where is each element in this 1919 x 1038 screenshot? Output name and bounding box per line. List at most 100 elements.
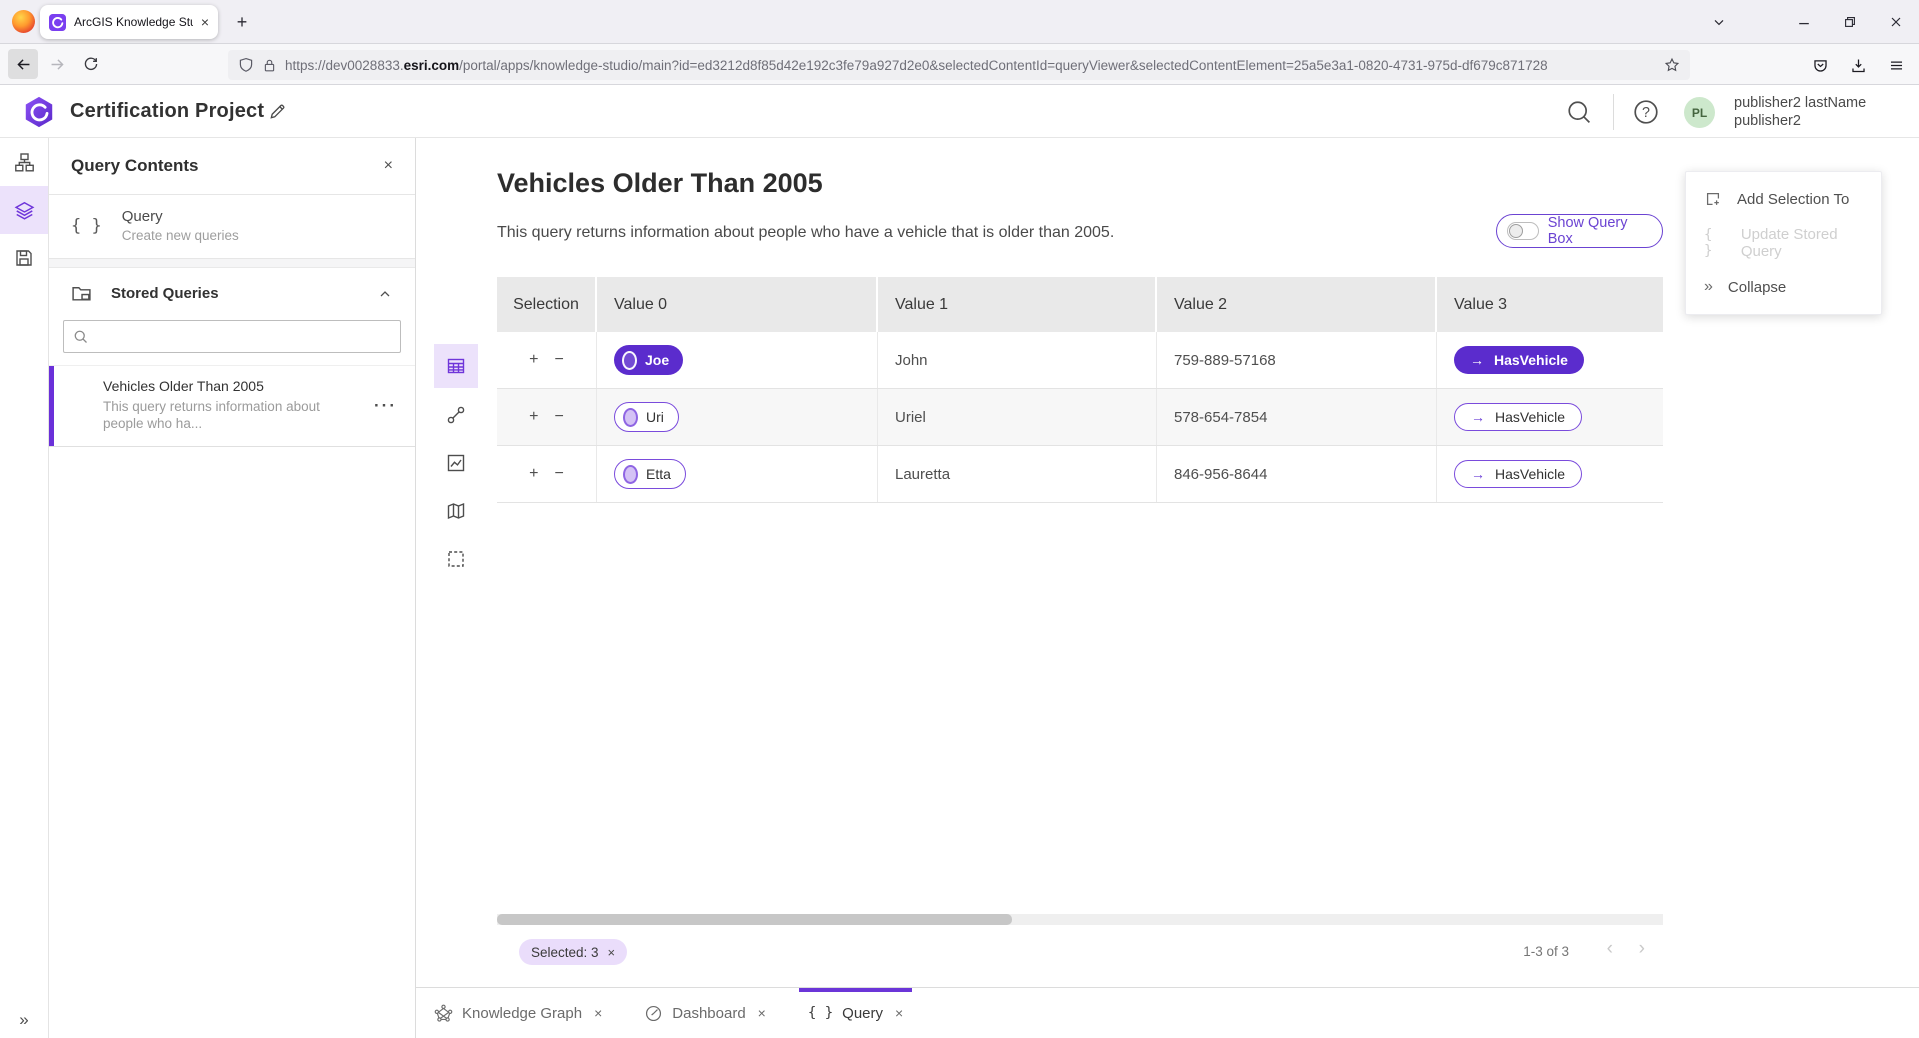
save-to-pocket-icon[interactable] <box>1805 50 1835 80</box>
save-icon[interactable] <box>0 234 48 282</box>
stored-query-overflow-icon[interactable]: ··· <box>374 378 397 432</box>
browser-navbar: https://dev0028833.esri.com/portal/apps/… <box>0 44 1919 85</box>
stored-queries-header[interactable]: Stored Queries <box>49 268 415 319</box>
selected-count-label: Selected: 3 <box>531 945 599 960</box>
stored-queries-searchbox[interactable] <box>63 320 401 353</box>
chart-view-button[interactable] <box>446 453 466 473</box>
toggle-switch[interactable] <box>1507 222 1539 240</box>
select-tool-button[interactable] <box>446 549 466 569</box>
user-name[interactable]: publisher2 lastName publisher2 <box>1734 94 1866 130</box>
add-selection-button[interactable]: + <box>529 408 538 426</box>
menu-item-label: Collapse <box>1728 279 1786 296</box>
expand-rail-icon[interactable]: » <box>0 1010 48 1030</box>
query-contents-panel: Query Contents × { } Query Create new qu… <box>49 138 416 1038</box>
query-item-title: Query <box>122 208 239 225</box>
table-view-button[interactable] <box>434 344 478 388</box>
edit-title-pencil-icon[interactable] <box>268 102 287 121</box>
stored-queries-search-input[interactable] <box>96 329 391 345</box>
dashboard-gauge-icon <box>644 1004 663 1023</box>
tab-dashboard[interactable]: Dashboard × <box>629 988 781 1038</box>
entity-pill[interactable]: Joe <box>614 345 683 375</box>
url-bar[interactable]: https://dev0028833.esri.com/portal/apps/… <box>228 50 1690 80</box>
new-query-item[interactable]: { } Query Create new queries <box>49 195 415 259</box>
table-header-row: Selection Value 0 Value 1 Value 2 Value … <box>497 277 1663 332</box>
window-minimize-button[interactable] <box>1781 0 1827 44</box>
remove-selection-button[interactable]: − <box>555 351 564 369</box>
bookmark-star-icon[interactable] <box>1664 57 1680 73</box>
map-view-button[interactable] <box>446 501 466 521</box>
header-divider <box>1613 94 1614 130</box>
tab-query[interactable]: { } Query × <box>793 988 918 1038</box>
tab-close-icon[interactable]: × <box>594 1005 602 1021</box>
reload-button[interactable] <box>76 49 106 79</box>
horizontal-scrollbar[interactable] <box>497 914 1663 925</box>
user-avatar[interactable]: PL <box>1684 97 1715 128</box>
lock-icon[interactable] <box>262 58 277 73</box>
value1-cell: Lauretta <box>895 466 950 483</box>
menu-item-collapse[interactable]: » Collapse <box>1686 265 1881 309</box>
remove-selection-button[interactable]: − <box>555 465 564 483</box>
scrollbar-thumb[interactable] <box>497 914 1012 925</box>
add-selection-button[interactable]: + <box>529 465 538 483</box>
tracking-shield-icon[interactable] <box>238 57 254 73</box>
entity-label: Uri <box>646 409 664 425</box>
remove-selection-button[interactable]: − <box>555 408 564 426</box>
relationship-pill[interactable]: → HasVehicle <box>1454 403 1582 431</box>
query-title: Vehicles Older Than 2005 <box>497 168 823 199</box>
tab-label: Dashboard <box>672 1005 745 1022</box>
pagination-next-icon[interactable]: › <box>1639 938 1645 960</box>
entity-pill[interactable]: Uri <box>614 402 679 432</box>
entity-label: Etta <box>646 466 671 482</box>
add-selection-button[interactable]: + <box>529 351 538 369</box>
knowledge-graph-icon <box>434 1004 453 1023</box>
link-chart-view-button[interactable] <box>446 405 466 425</box>
value1-cell: Uriel <box>895 409 926 426</box>
query-description: This query returns information about peo… <box>497 224 1114 242</box>
tab-close-icon[interactable]: × <box>895 1005 903 1021</box>
contents-layers-icon[interactable] <box>0 186 48 234</box>
value2-cell: 846-956-8644 <box>1174 466 1267 483</box>
relationship-pill[interactable]: → HasVehicle <box>1454 346 1584 374</box>
stored-query-item[interactable]: Vehicles Older Than 2005 This query retu… <box>49 365 415 447</box>
save-page-icon[interactable] <box>1843 50 1873 80</box>
chevron-up-icon[interactable] <box>377 286 393 302</box>
pagination-label: 1-3 of 3 <box>1523 944 1569 959</box>
show-query-box-toggle[interactable]: Show Query Box <box>1496 214 1663 248</box>
tab-close-icon[interactable]: × <box>758 1005 766 1021</box>
svg-text:?: ? <box>1642 105 1650 121</box>
tab-close-icon[interactable]: × <box>201 15 209 29</box>
relationship-pill[interactable]: → HasVehicle <box>1454 460 1582 488</box>
new-tab-button[interactable]: + <box>228 8 256 36</box>
pagination-prev-icon[interactable]: ‹ <box>1607 938 1613 960</box>
browser-tab[interactable]: ArcGIS Knowledge Studio × <box>40 5 218 39</box>
column-header-value3: Value 3 <box>1437 277 1663 332</box>
firefox-icon[interactable] <box>12 10 35 33</box>
search-icon[interactable] <box>1566 99 1592 125</box>
menu-hamburger-icon[interactable] <box>1881 50 1911 80</box>
window-restore-button[interactable] <box>1827 0 1873 44</box>
entity-pill[interactable]: Etta <box>614 459 686 489</box>
window-close-button[interactable] <box>1873 0 1919 44</box>
stored-query-doc-icon <box>69 378 89 398</box>
query-results-table: Selection Value 0 Value 1 Value 2 Value … <box>497 277 1663 503</box>
menu-item-add-selection-to[interactable]: Add Selection To <box>1686 177 1881 221</box>
forward-button[interactable] <box>42 49 72 79</box>
help-icon[interactable]: ? <box>1633 99 1659 125</box>
toggle-knob <box>1509 224 1523 238</box>
data-model-icon[interactable] <box>0 138 48 186</box>
tab-list-chevron-icon[interactable] <box>1699 0 1739 44</box>
clear-selection-icon[interactable]: × <box>608 945 616 960</box>
query-braces-icon: { } <box>1704 227 1726 259</box>
selection-context-menu: Add Selection To { } Update Stored Query… <box>1685 171 1882 315</box>
section-divider <box>49 259 415 268</box>
back-button[interactable] <box>8 49 38 79</box>
selected-count-chip[interactable]: Selected: 3 × <box>519 939 627 965</box>
tab-knowledge-graph[interactable]: Knowledge Graph × <box>419 988 617 1038</box>
tab-favicon-knowledge-studio-icon <box>49 14 66 31</box>
toggle-label: Show Query Box <box>1548 215 1652 247</box>
query-item-subtitle: Create new queries <box>122 228 239 243</box>
column-header-selection: Selection <box>497 277 597 332</box>
value1-cell: John <box>895 352 928 369</box>
panel-close-icon[interactable]: × <box>384 157 393 175</box>
table-row: + − Joe John 759-889-57168 → HasVehicle <box>497 332 1663 389</box>
